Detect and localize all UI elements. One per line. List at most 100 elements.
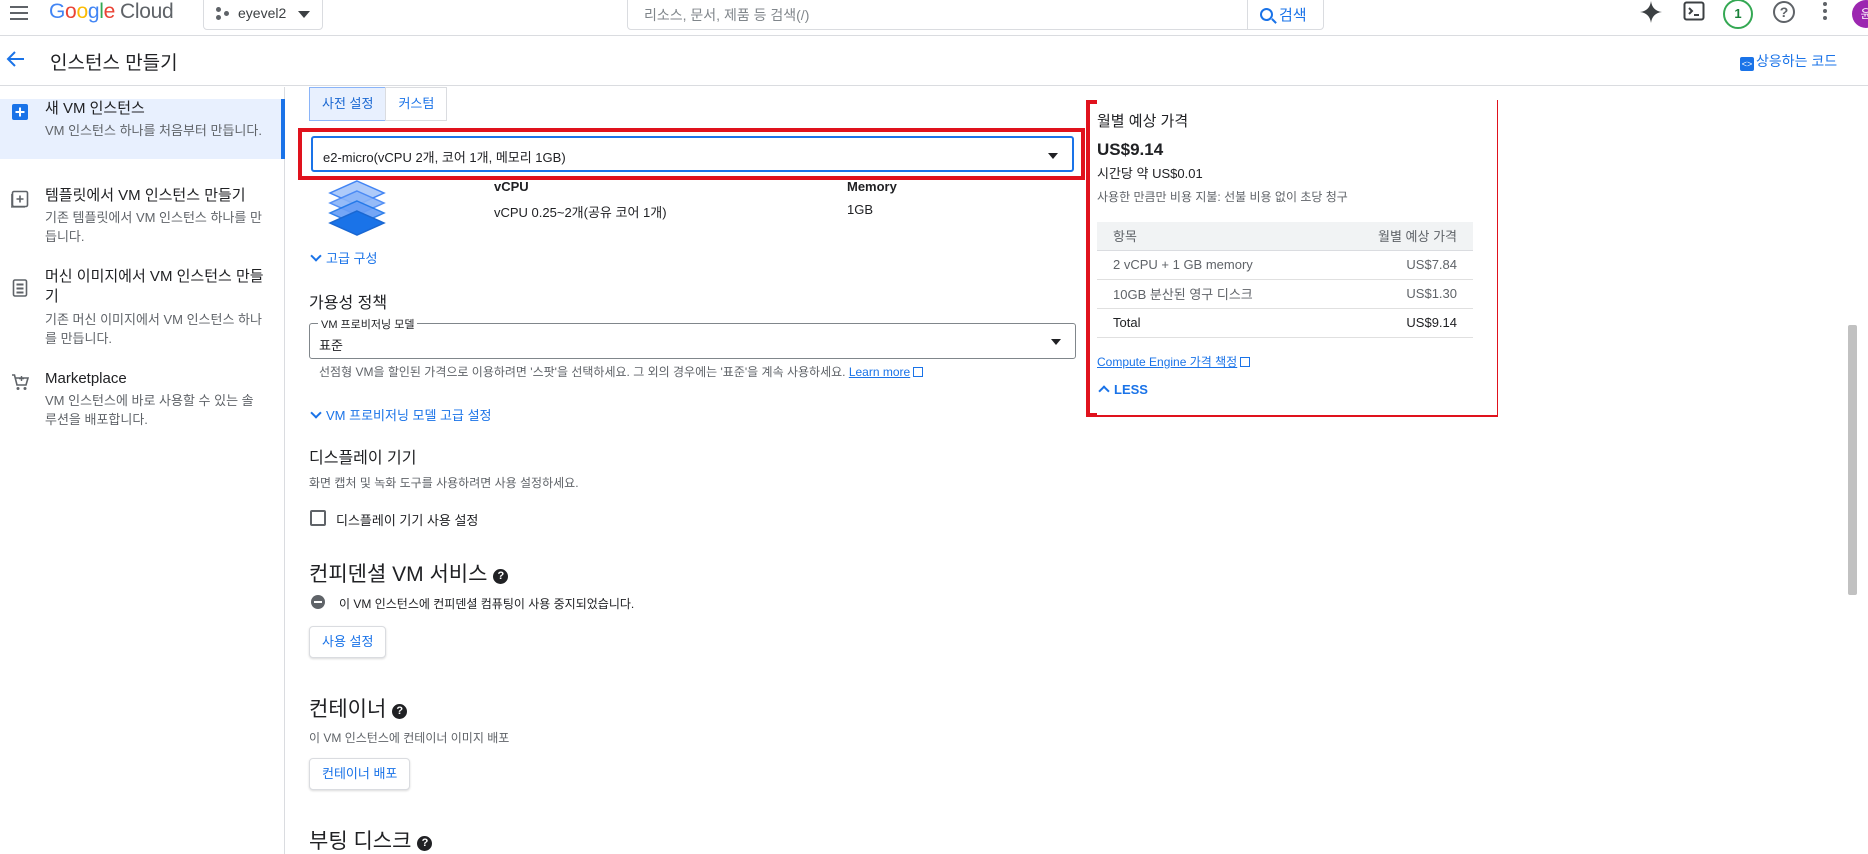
external-link-icon	[913, 367, 924, 377]
confidential-status-text: 이 VM 인스턴스에 컨피덴셜 컴퓨팅이 사용 중지되었습니다.	[339, 597, 635, 611]
main-menu-icon[interactable]	[8, 2, 30, 24]
search-input[interactable]: 리소스, 문서, 제품 등 검색(/)	[644, 5, 809, 25]
sidebar-item-label: Marketplace	[45, 370, 127, 387]
chevron-down-icon	[310, 250, 322, 262]
memory-header: Memory	[847, 179, 897, 194]
table-row: Total US$9.14	[1097, 308, 1473, 338]
sidebar-item-desc: VM 인스턴스에 바로 사용할 수 있는 솔루션을 배포합니다.	[45, 393, 254, 427]
learn-more-link[interactable]: Learn more	[849, 365, 910, 379]
deploy-container-button[interactable]: 컨테이너 배포	[309, 758, 411, 790]
confidential-vm-title: 컨피덴셜 VM 서비스?	[309, 558, 509, 588]
page-title: 인스턴스 만들기	[50, 53, 178, 74]
google-cloud-logo[interactable]: Google Cloud	[49, 0, 174, 24]
chevron-up-icon	[1098, 385, 1110, 397]
code-icon: <>	[1740, 57, 1754, 71]
scrollbar-thumb[interactable]	[1848, 325, 1857, 595]
search-button[interactable]: 검색	[1247, 0, 1323, 29]
notifications-badge[interactable]: 1	[1723, 0, 1753, 29]
provisioning-model-select[interactable]: VM 프로비저닝 모델 표준	[309, 316, 1076, 359]
provisioning-model-label: VM 프로비저닝 모델	[318, 316, 418, 332]
project-picker[interactable]: eyevel2	[203, 0, 323, 30]
sidebar-item-desc: 기존 템플릿에서 VM 인스턴스 하나를 만듭니다.	[45, 210, 262, 244]
display-device-checkbox[interactable]	[310, 510, 326, 526]
sidebar-item-marketplace[interactable]: Marketplace VM 인스턴스에 바로 사용할 수 있는 솔루션을 배포…	[0, 369, 284, 429]
tab-custom[interactable]: 커스텀	[385, 87, 448, 121]
machine-image-icon	[12, 279, 28, 297]
page-header: 인스턴스 만들기 <> 상응하는 코드	[0, 37, 1868, 86]
back-arrow-icon[interactable]	[4, 47, 28, 71]
provisioning-advanced-toggle[interactable]: VM 프로비저닝 모델 고급 설정	[310, 405, 492, 424]
chevron-down-icon	[310, 407, 322, 419]
sidebar-item-from-machine-image[interactable]: 머신 이미지에서 VM 인스턴스 만들기 기존 머신 이미지에서 VM 인스턴스…	[0, 267, 284, 347]
display-device-hint: 화면 캡처 및 녹화 도구를 사용하려면 사용 설정하세요.	[309, 476, 579, 490]
help-icon[interactable]: ?	[1773, 1, 1795, 23]
project-icon	[216, 7, 232, 21]
search-bar[interactable]: 리소스, 문서, 제품 등 검색(/) 검색	[627, 0, 1324, 30]
price-table: 항목 월별 예상 가격 2 vCPU + 1 GB memory US$7.84…	[1097, 222, 1473, 338]
table-row: 2 vCPU + 1 GB memory US$7.84	[1097, 250, 1473, 280]
project-name: eyevel2	[238, 5, 287, 21]
table-header: 항목	[1097, 222, 1326, 251]
container-hint: 이 VM 인스턴스에 컨테이너 이미지 배포	[309, 731, 510, 745]
vcpu-value: vCPU 0.25~2개(공유 코어 1개)	[494, 205, 667, 220]
sidebar-item-label: 새 VM 인스턴스	[45, 100, 145, 117]
boot-disk-title: 부팅 디스크?	[309, 825, 433, 854]
table-header: 월별 예상 가격	[1325, 222, 1473, 251]
pricing-link[interactable]: Compute Engine 가격 책정	[1097, 353, 1251, 370]
sidebar-item-desc: VM 인스턴스 하나를 처음부터 만듭니다.	[45, 123, 262, 138]
more-options-icon[interactable]	[1823, 2, 1829, 23]
provisioning-hint: 선점형 VM을 할인된 가격으로 이용하려면 '스팟'을 선택하세요. 그 외의…	[319, 363, 924, 380]
help-icon[interactable]: ?	[392, 704, 408, 719]
help-icon[interactable]: ?	[417, 836, 433, 851]
table-cell: US$7.84	[1325, 250, 1473, 280]
sidebar-item-desc: 기존 머신 이미지에서 VM 인스턴스 하나를 만듭니다.	[45, 312, 262, 346]
tab-preset[interactable]: 사전 설정	[309, 87, 386, 121]
template-add-icon	[11, 190, 29, 208]
cloud-shell-icon[interactable]	[1680, 0, 1708, 28]
container-title: 컨테이너?	[309, 693, 408, 723]
provisioning-model-value: 표준	[319, 338, 343, 353]
main-content: 사전 설정 커스텀 e2-micro(vCPU 2개, 코어 1개, 메모리 1…	[286, 87, 1846, 854]
gemini-sparkle-icon[interactable]	[1637, 0, 1665, 28]
machine-stack-icon	[328, 180, 386, 236]
add-box-icon	[12, 104, 28, 120]
search-icon	[1260, 8, 1273, 21]
display-device-checkbox-label[interactable]: 디스플레이 기기 사용 설정	[336, 510, 478, 529]
memory-value: 1GB	[847, 202, 874, 217]
display-device-title: 디스플레이 기기	[309, 450, 417, 467]
sidebar-item-new-vm[interactable]: 새 VM 인스턴스 VM 인스턴스 하나를 처음부터 만듭니다.	[0, 99, 285, 159]
dropdown-arrow-icon	[1051, 339, 1061, 345]
top-bar: Google Cloud eyevel2 리소스, 문서, 제품 등 검색(/) …	[0, 0, 1868, 36]
scrollbar[interactable]	[1846, 87, 1860, 854]
advanced-config-toggle[interactable]: 고급 구성	[310, 248, 377, 267]
sidebar: 새 VM 인스턴스 VM 인스턴스 하나를 처음부터 만듭니다. 템플릿에서 V…	[0, 87, 285, 854]
price-summary-panel: 월별 예상 가격 US$9.14 시간당 약 US$0.01 사용한 만큼만 비…	[1097, 100, 1497, 415]
machine-config-tabs: 사전 설정 커스텀	[309, 87, 448, 121]
external-link-icon	[1240, 357, 1251, 367]
disabled-status-icon	[311, 595, 325, 609]
chevron-down-icon	[298, 11, 310, 18]
table-cell: US$9.14	[1325, 308, 1473, 338]
dropdown-arrow-icon	[1048, 153, 1058, 159]
table-cell: 10GB 분산된 영구 디스크	[1097, 279, 1326, 309]
avatar[interactable]: 윤	[1852, 0, 1868, 28]
hourly-price: 시간당 약 US$0.01	[1097, 166, 1203, 181]
machine-type-value: e2-micro(vCPU 2개, 코어 1개, 메모리 1GB)	[323, 150, 566, 165]
table-cell: 2 vCPU + 1 GB memory	[1097, 250, 1326, 280]
sidebar-item-from-template[interactable]: 템플릿에서 VM 인스턴스 만들기 기존 템플릿에서 VM 인스턴스 하나를 만…	[0, 186, 284, 246]
shopping-cart-icon	[12, 374, 29, 390]
price-title: 월별 예상 가격	[1097, 113, 1189, 130]
billing-note: 사용한 만큼만 비용 지불: 선불 비용 없이 초당 청구	[1097, 190, 1348, 204]
enable-confidential-button[interactable]: 사용 설정	[309, 626, 387, 658]
sidebar-item-label: 머신 이미지에서 VM 인스턴스 만들기	[45, 268, 264, 305]
table-row: 10GB 분산된 영구 디스크 US$1.30	[1097, 279, 1473, 309]
availability-title: 가용성 정책	[309, 295, 388, 312]
equivalent-code-link[interactable]: <> 상응하는 코드	[1740, 51, 1837, 71]
sidebar-item-label: 템플릿에서 VM 인스턴스 만들기	[45, 187, 246, 204]
vcpu-header: vCPU	[494, 179, 529, 194]
machine-type-dropdown[interactable]: e2-micro(vCPU 2개, 코어 1개, 메모리 1GB)	[311, 136, 1074, 172]
less-toggle[interactable]: LESS	[1098, 382, 1148, 397]
table-cell: US$1.30	[1325, 279, 1473, 309]
table-cell: Total	[1097, 308, 1326, 338]
help-icon[interactable]: ?	[493, 569, 509, 584]
